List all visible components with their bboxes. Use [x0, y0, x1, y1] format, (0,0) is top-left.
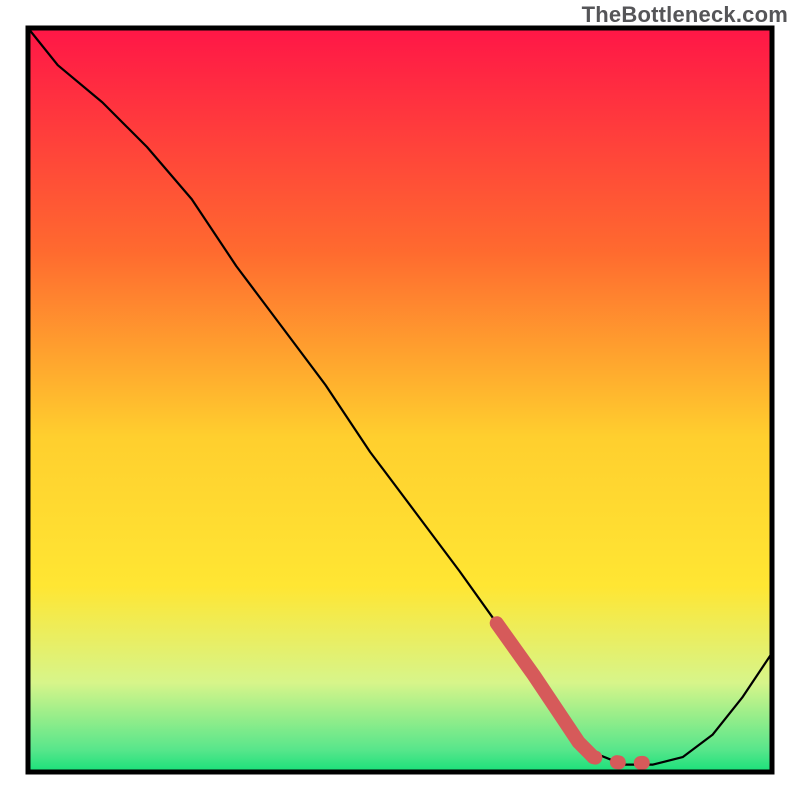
chart-svg: [0, 0, 800, 800]
bottleneck-chart: TheBottleneck.com: [0, 0, 800, 800]
watermark-label: TheBottleneck.com: [582, 2, 788, 28]
